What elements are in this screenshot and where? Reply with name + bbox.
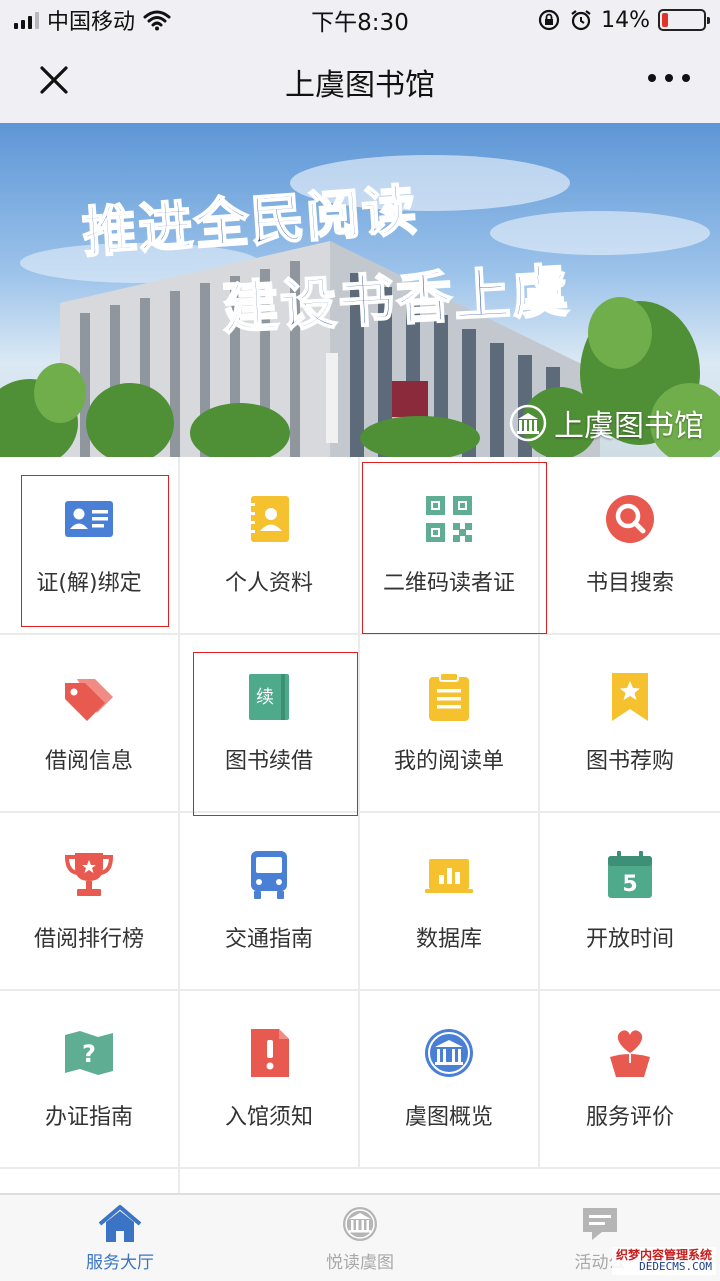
tab-label: 服务大厅 — [86, 1252, 154, 1273]
home-icon — [98, 1204, 142, 1242]
more-icon[interactable] — [648, 74, 690, 82]
grid-item-library-overview[interactable]: 虞图概览 — [360, 991, 540, 1169]
library-logo-icon — [509, 404, 547, 442]
grid-item-ranking[interactable]: 借阅排行榜 — [0, 813, 180, 991]
close-icon[interactable] — [34, 60, 74, 100]
grid-item-renew[interactable]: 续 图书续借 — [180, 635, 360, 813]
grid-item-label: 二维码读者证 — [382, 571, 515, 596]
grid-item-label: 书目搜索 — [585, 571, 674, 596]
grid-item-database[interactable]: 数据库 — [360, 813, 540, 991]
library-building-icon — [425, 1029, 473, 1077]
watermark: 织梦内容管理系统 DEDECMS.COM — [611, 1246, 716, 1275]
grid-item-label: 数据库 — [415, 927, 482, 952]
grid-item-borrow-info[interactable]: 借阅信息 — [0, 635, 180, 813]
grid-item-label: 服务评价 — [585, 1105, 674, 1130]
rotation-lock-icon — [538, 9, 560, 31]
clipboard-list-icon — [429, 672, 469, 721]
grid-item-bind-card[interactable]: 证(解)绑定 — [0, 457, 180, 635]
calendar-icon: 5 — [608, 851, 652, 898]
banner-brand-text: 上虞图书馆 — [554, 409, 704, 444]
alarm-icon — [571, 10, 591, 31]
page-title: 上虞图书馆 — [285, 67, 435, 103]
grid-item-catalog-search[interactable]: 书目搜索 — [540, 457, 720, 635]
grid-item-label: 交通指南 — [224, 927, 313, 952]
grid-item-card-guide[interactable]: ? 办证指南 — [0, 991, 180, 1169]
battery-level — [662, 13, 668, 27]
carrier-name: 中国移动 — [47, 10, 136, 35]
wifi-icon — [143, 10, 171, 31]
tags-icon — [65, 679, 113, 721]
battery-icon — [658, 9, 710, 31]
grid-item-label: 办证指南 — [44, 1105, 133, 1130]
nav-bar: 上虞图书馆 — [0, 40, 720, 123]
battery-percent: 14% — [601, 7, 650, 33]
status-bar: 中国移动 下午8:30 14% — [0, 0, 720, 40]
grid-item-label: 虞图概览 — [404, 1105, 493, 1130]
renew-book-icon: 续 — [249, 674, 289, 720]
bus-icon — [251, 851, 287, 899]
calendar-day: 5 — [622, 872, 637, 897]
grid-item-label: 证(解)绑定 — [36, 571, 142, 596]
renew-book-char: 续 — [256, 687, 274, 708]
grid-item-recommend-purchase[interactable]: 图书荐购 — [540, 635, 720, 813]
grid-item-reading-list[interactable]: 我的阅读单 — [360, 635, 540, 813]
grid-item-label: 图书荐购 — [585, 749, 674, 774]
banner-brand: 上虞图书馆 — [508, 401, 704, 445]
grid-item-label: 入馆须知 — [224, 1105, 313, 1130]
bookmark-star-icon — [612, 673, 648, 721]
map-question-icon: ? — [65, 1031, 113, 1075]
tab-service-hall[interactable]: 服务大厅 — [0, 1195, 240, 1281]
address-book-icon — [248, 496, 289, 542]
grid-item-label: 开放时间 — [585, 927, 674, 952]
grid-item-label: 借阅信息 — [44, 749, 133, 774]
database-chart-icon — [425, 859, 473, 893]
grid-item-transport[interactable]: 交通指南 — [180, 813, 360, 991]
grid-item-label: 借阅排行榜 — [33, 927, 144, 952]
service-grid: 证(解)绑定 个人资料 二维码读者证 书目搜索 借阅信息 续 图书续借 我的阅读… — [0, 457, 720, 1169]
svg-text:?: ? — [82, 1040, 96, 1068]
library-icon — [343, 1206, 377, 1241]
grid-item-label: 个人资料 — [224, 571, 313, 596]
grid-item-visit-notice[interactable]: 入馆须知 — [180, 991, 360, 1169]
grid-item-opening-hours[interactable]: 5 开放时间 — [540, 813, 720, 991]
banner[interactable]: 推进全民阅读 建设书香上虞 上虞图书馆 — [0, 123, 720, 457]
heart-flower-icon — [610, 1030, 650, 1077]
grid-item-label: 图书续借 — [224, 749, 313, 774]
grid-next-row — [0, 1169, 720, 1193]
tab-read-library[interactable]: 悦读虞图 — [240, 1195, 480, 1281]
grid-item-profile[interactable]: 个人资料 — [180, 457, 360, 635]
grid-item-label: 我的阅读单 — [393, 749, 504, 774]
grid-item-qr-card[interactable]: 二维码读者证 — [360, 457, 540, 635]
status-time: 下午8:30 — [311, 10, 409, 36]
signal-icon — [14, 11, 39, 29]
qr-code-icon — [426, 496, 472, 542]
status-right: 14% — [446, 7, 710, 33]
chat-icon — [583, 1207, 617, 1240]
trophy-icon — [64, 853, 114, 896]
grid-item-service-rating[interactable]: 服务评价 — [540, 991, 720, 1169]
carrier-group: 中国移动 — [14, 4, 274, 36]
watermark-line-2: DEDECMS.COM — [639, 1260, 712, 1274]
tab-label: 悦读虞图 — [326, 1252, 394, 1273]
notice-icon — [251, 1029, 289, 1077]
id-card-icon — [65, 501, 113, 537]
search-icon — [606, 495, 654, 543]
